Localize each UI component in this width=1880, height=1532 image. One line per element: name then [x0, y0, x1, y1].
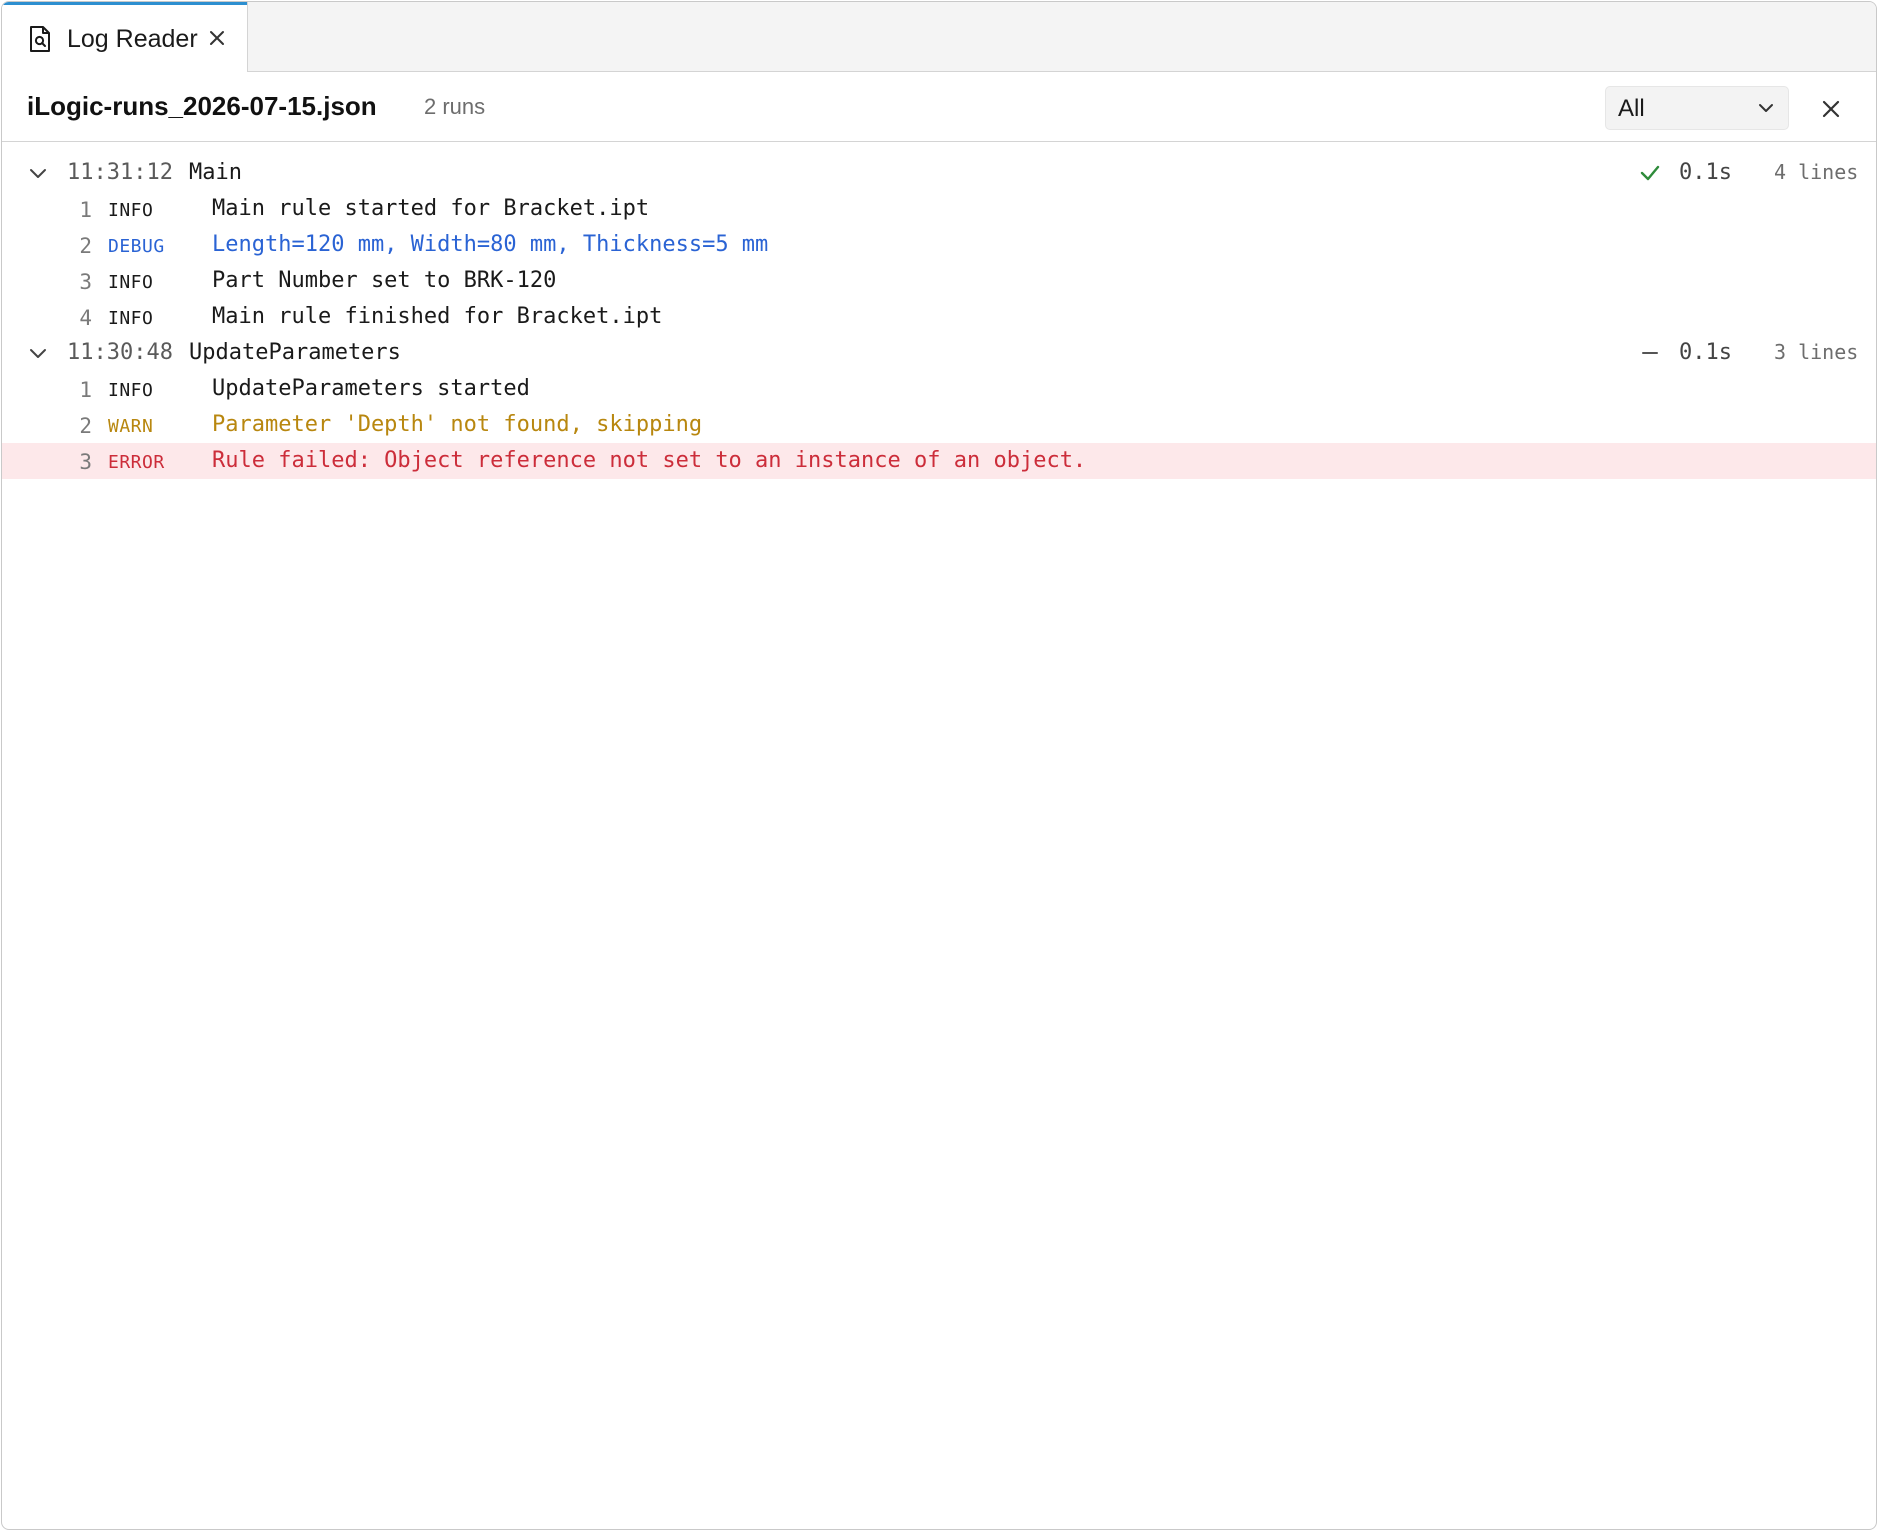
log-message: Length=120 mm, Width=80 mm, Thickness=5 … [212, 232, 769, 257]
line-number: 1 [79, 378, 92, 402]
line-number: 4 [79, 306, 92, 330]
log-line: 2 DEBUG Length=120 mm, Width=80 mm, Thic… [2, 227, 1876, 263]
run-duration: 0.1s [1679, 340, 1732, 365]
log-level: DEBUG [108, 236, 165, 257]
run-time: 11:31:12 [67, 160, 173, 185]
log-level: INFO [108, 308, 154, 329]
log-level: INFO [108, 200, 154, 221]
line-number: 2 [79, 234, 92, 258]
chevron-down-icon[interactable] [29, 168, 47, 180]
chevron-down-icon [1759, 104, 1773, 112]
filter-value: All [1618, 95, 1645, 122]
log-message: Parameter 'Depth' not found, skipping [212, 412, 703, 437]
log-level: ERROR [108, 452, 165, 473]
log-message: Main rule finished for Bracket.ipt [212, 304, 663, 329]
tab-active-indicator [2, 2, 247, 5]
chevron-down-icon[interactable] [29, 348, 47, 360]
log-line: 1 INFO UpdateParameters started [2, 371, 1876, 407]
run-line-count: 4 lines [1774, 160, 1859, 184]
run-line-count: 3 lines [1774, 340, 1859, 364]
line-number: 3 [79, 270, 92, 294]
log-message: UpdateParameters started [212, 376, 530, 401]
log-line: 3 INFO Part Number set to BRK-120 [2, 263, 1876, 299]
file-name: iLogic-runs_2026-07-15.json [27, 91, 377, 121]
tab-log-reader[interactable]: Log Reader [2, 2, 248, 72]
log-message: Main rule started for Bracket.ipt [212, 196, 650, 221]
check-icon [1640, 165, 1660, 181]
close-icon[interactable] [1819, 97, 1843, 121]
line-number: 3 [79, 450, 92, 474]
run-time: 11:30:48 [67, 340, 173, 365]
tab-label: Log Reader [67, 25, 198, 53]
tab-close-icon[interactable] [206, 27, 228, 49]
log-line-error: 3 ERROR Rule failed: Object reference no… [2, 443, 1876, 479]
log-line: 4 INFO Main rule finished for Bracket.ip… [2, 299, 1876, 335]
dash-icon [1642, 352, 1658, 354]
run-header[interactable]: 11:30:48 UpdateParameters 0.1s 3 lines [2, 335, 1876, 371]
file-search-icon [30, 26, 50, 52]
log-message: Part Number set to BRK-120 [212, 268, 557, 293]
line-number: 1 [79, 198, 92, 222]
log-level: INFO [108, 380, 154, 401]
log-body: 11:31:12 Main 0.1s 4 lines 1 INFO Main r… [2, 143, 1876, 1529]
level-filter-select[interactable]: All [1605, 86, 1789, 130]
tab-strip: Log Reader [2, 2, 1876, 72]
log-header: iLogic-runs_2026-07-15.json 2 runs All [2, 72, 1876, 142]
run-duration: 0.1s [1679, 160, 1732, 185]
log-level: WARN [108, 416, 154, 437]
run-name: UpdateParameters [189, 340, 401, 365]
run-header[interactable]: 11:31:12 Main 0.1s 4 lines [2, 155, 1876, 191]
log-line: 1 INFO Main rule started for Bracket.ipt [2, 191, 1876, 227]
log-level: INFO [108, 272, 154, 293]
log-message: Rule failed: Object reference not set to… [212, 448, 1087, 473]
run-name: Main [189, 160, 242, 185]
log-line: 2 WARN Parameter 'Depth' not found, skip… [2, 407, 1876, 443]
line-number: 2 [79, 414, 92, 438]
log-reader-window: Log Reader iLogic-runs_2026-07-15.json 2… [1, 1, 1877, 1530]
run-count: 2 runs [424, 94, 486, 119]
